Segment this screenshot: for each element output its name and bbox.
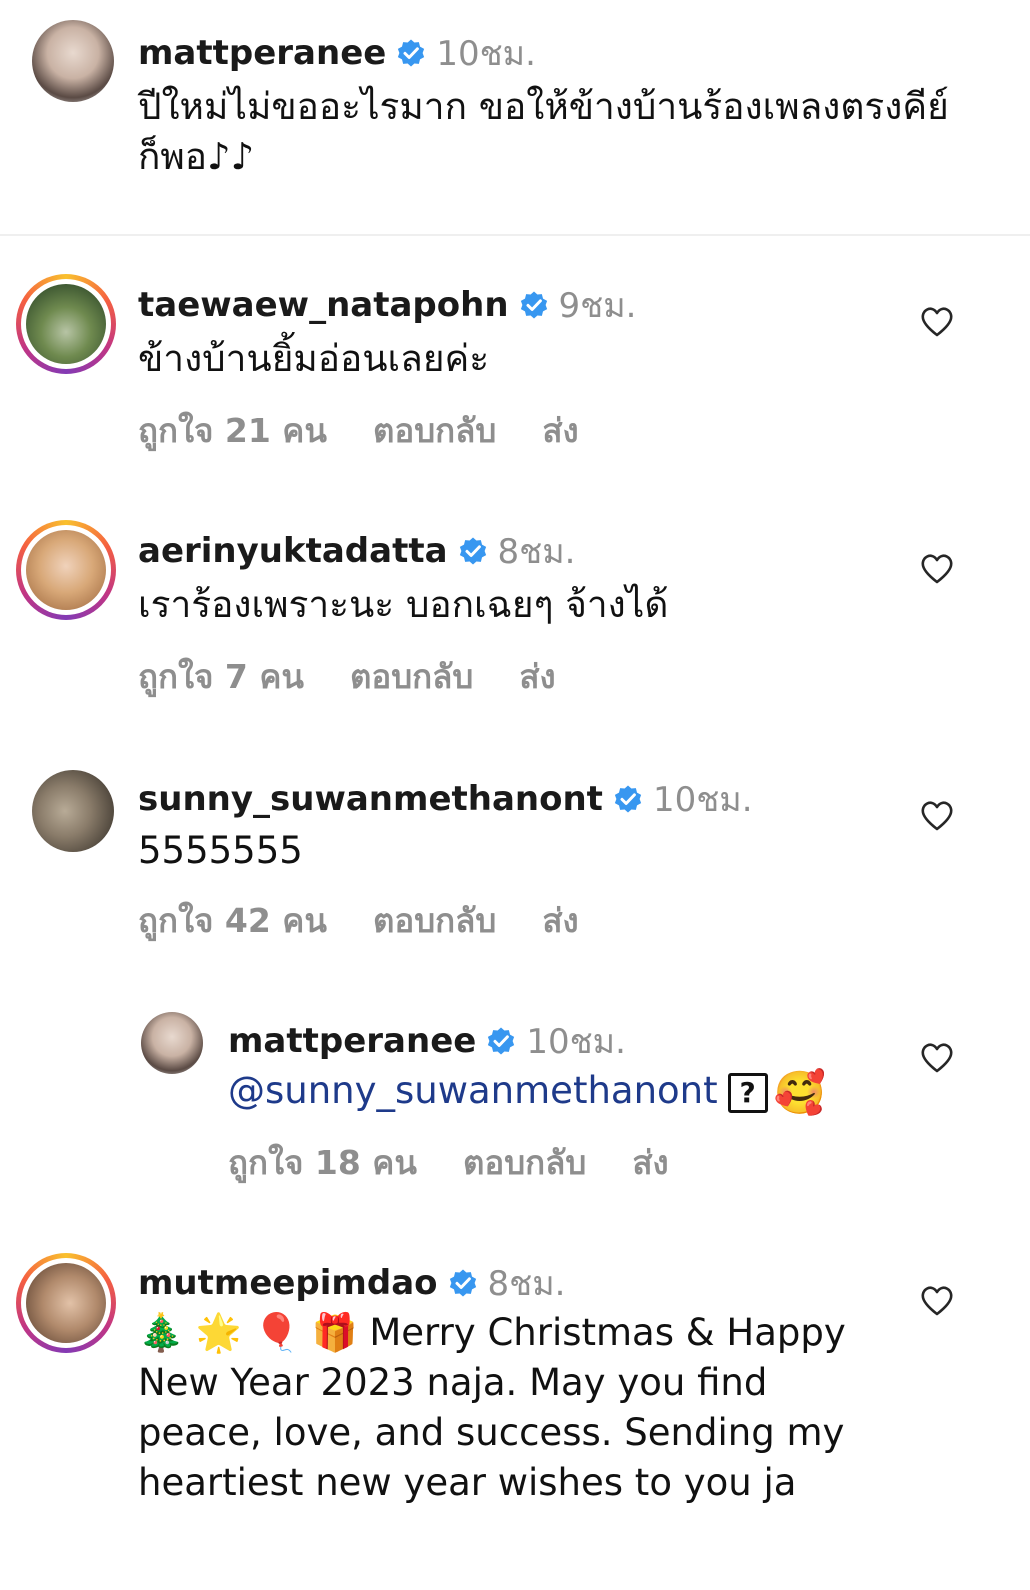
story-ring[interactable] [16,520,116,620]
reply-button[interactable]: ตอบกลับ [373,894,496,947]
username[interactable]: mattperanee [228,1021,476,1061]
comment-actions: ถูกใจ 7 คน ตอบกลับ ส่ง [138,650,602,703]
story-ring[interactable] [16,274,116,374]
reply-button[interactable]: ตอบกลับ [373,404,496,457]
avatar[interactable] [32,20,114,102]
likes-count[interactable]: ถูกใจ 42 คน [138,894,327,947]
comment-text: 5555555 [138,829,303,872]
timestamp: 9ชม. [558,286,637,326]
verified-icon [613,784,643,814]
comment-header: sunny_suwanmethanont 10ชม. [138,772,753,826]
comment-header: taewaew_natapohn 9ชม. [138,278,636,332]
heart-icon[interactable] [920,306,954,338]
comment-text: ข้างบ้านยิ้มอ่อนเลยค่ะ [138,337,490,380]
story-ring[interactable] [16,1253,116,1353]
reply-button[interactable]: ตอบกลับ [350,650,473,703]
verified-icon [519,290,549,320]
username[interactable]: mutmeepimdao [138,1263,438,1303]
heart-icon[interactable] [920,1042,954,1074]
avatar [26,530,106,610]
send-button[interactable]: ส่ง [542,404,578,457]
smiling-hearts-emoji: 🥰 [773,1067,826,1117]
username[interactable]: sunny_suwanmethanont [138,779,603,819]
comment-header: aerinyuktadatta 8ชม. [138,524,575,578]
avatar [26,1263,106,1343]
avatar[interactable] [32,770,114,852]
verified-icon [396,38,426,68]
caption-header: mattperanee 10ชม. [138,26,536,80]
likes-count[interactable]: ถูกใจ 21 คน [138,404,327,457]
comment-text: เราร้องเพราะนะ บอกเฉยๆ จ้างได้ [138,583,669,626]
username[interactable]: mattperanee [138,33,386,73]
comment-actions: ถูกใจ 21 คน ตอบกลับ ส่ง [138,404,625,457]
timestamp: 10ชม. [436,34,536,74]
reply-button[interactable]: ตอบกลับ [463,1136,586,1189]
comment-header: mutmeepimdao 8ชม. [138,1256,565,1310]
unknown-glyph: ? [727,1072,768,1113]
avatar [26,284,106,364]
likes-count[interactable]: ถูกใจ 7 คน [138,650,304,703]
timestamp: 10ชม. [526,1022,626,1062]
heart-icon[interactable] [920,800,954,832]
divider [0,234,1030,236]
reply-text: @sunny_suwanmethanont? 🥰 [228,1066,826,1118]
holiday-emojis: 🎄 🌟 🎈 🎁 [138,1311,358,1354]
verified-icon [448,1268,478,1298]
comment-text: 🎄 🌟 🎈 🎁 Merry Christmas & Happy New Year… [138,1308,878,1508]
send-button[interactable]: ส่ง [632,1136,668,1189]
timestamp: 10ชม. [652,780,753,820]
send-button[interactable]: ส่ง [542,894,578,947]
comment-actions: ถูกใจ 42 คน ตอบกลับ ส่ง [138,894,625,947]
verified-icon [486,1026,516,1056]
verified-icon [458,536,488,566]
username[interactable]: taewaew_natapohn [138,285,509,325]
username[interactable]: aerinyuktadatta [138,531,448,571]
avatar[interactable] [141,1012,203,1074]
heart-icon[interactable] [920,553,954,585]
timestamp: 8ชม. [497,532,576,572]
likes-count[interactable]: ถูกใจ 18 คน [228,1136,417,1189]
mention-link[interactable]: @sunny_suwanmethanont [228,1069,718,1112]
send-button[interactable]: ส่ง [519,650,555,703]
timestamp: 8ชม. [487,1264,566,1304]
heart-icon[interactable] [920,1285,954,1317]
caption-text: ปีใหม่ไม่ขออะไรมาก ขอให้ข้างบ้านร้องเพลง… [138,85,949,178]
reply-header: mattperanee 10ชม. [228,1014,626,1068]
comment-actions: ถูกใจ 18 คน ตอบกลับ ส่ง [228,1136,715,1189]
